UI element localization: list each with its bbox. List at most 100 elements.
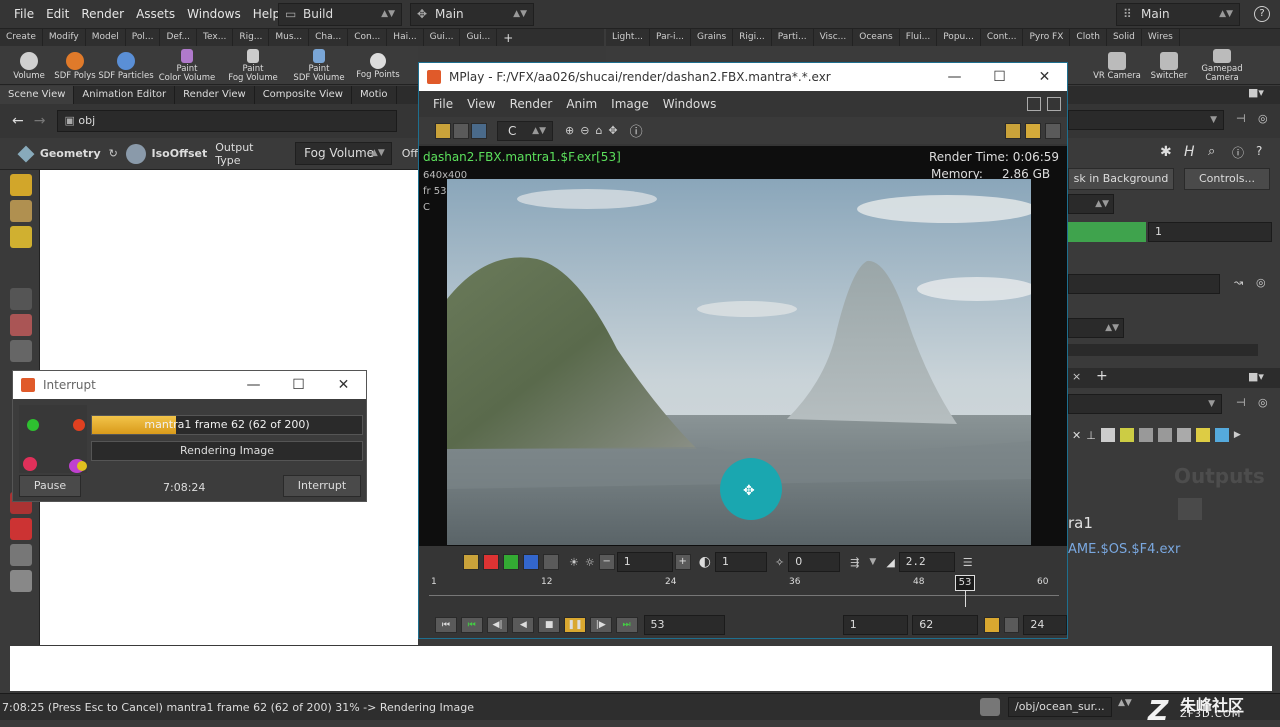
display-mode-icon[interactable] bbox=[435, 122, 451, 139]
image-icon[interactable] bbox=[1214, 428, 1229, 442]
exposure-icon[interactable]: ☼ bbox=[585, 556, 595, 569]
shelf-tab[interactable]: Gui... bbox=[424, 29, 461, 46]
search-icon[interactable]: ⌕ bbox=[1208, 144, 1215, 159]
pane-menu-icon[interactable]: ■▾ bbox=[1248, 86, 1264, 99]
help-h-icon[interactable]: H bbox=[1184, 144, 1195, 160]
current-frame-field[interactable]: 53 bbox=[643, 615, 725, 635]
shelf-tab[interactable]: Pyro FX bbox=[1023, 29, 1071, 46]
render-icon[interactable] bbox=[10, 570, 32, 592]
shelf-tab[interactable]: Model bbox=[86, 29, 126, 46]
chevron-right-icon[interactable]: ▶ bbox=[1234, 430, 1241, 440]
shelf-tab[interactable]: Tex... bbox=[197, 29, 234, 46]
shelf-tab[interactable]: Pol... bbox=[126, 29, 161, 46]
pane-menu-icon[interactable]: ■▾ bbox=[1248, 370, 1264, 383]
layout-icon[interactable] bbox=[1176, 428, 1191, 442]
close-icon[interactable]: × bbox=[1072, 370, 1081, 383]
shelf-tab[interactable]: Grains bbox=[691, 29, 734, 46]
question-icon[interactable]: ? bbox=[1256, 144, 1262, 158]
right-dropdown-2[interactable]: ▲▼ bbox=[1068, 318, 1124, 338]
checker-icon[interactable] bbox=[1005, 122, 1021, 139]
view-tool-icon[interactable] bbox=[10, 340, 32, 362]
context-dropdown[interactable]: ✥ Main ▲▼ bbox=[410, 3, 534, 26]
shelf-tab[interactable]: Popu... bbox=[937, 29, 981, 46]
mplay-menu-view[interactable]: View bbox=[460, 97, 502, 111]
paint-fog-volume-tool[interactable]: Paint Fog Volume bbox=[220, 47, 286, 83]
tab-render-view[interactable]: Render View bbox=[175, 86, 255, 104]
wrench-icon[interactable]: ✕ bbox=[1072, 429, 1081, 442]
shelf-tab[interactable]: Rigi... bbox=[733, 29, 772, 46]
lut-icon[interactable]: ☰ bbox=[963, 556, 973, 569]
mplay-menu-render[interactable]: Render bbox=[503, 97, 560, 111]
rgb-channel-icon[interactable] bbox=[463, 554, 479, 570]
menu-render[interactable]: Render bbox=[75, 0, 130, 29]
end-range-icon[interactable]: ⏭ bbox=[615, 617, 638, 633]
menu-edit[interactable]: Edit bbox=[40, 0, 75, 29]
blue-channel-icon[interactable] bbox=[523, 554, 539, 570]
value-field[interactable]: 1 bbox=[1148, 222, 1272, 242]
note-icon[interactable] bbox=[1195, 428, 1210, 442]
forward-arrow-icon[interactable]: → bbox=[34, 113, 46, 129]
right-path-field-2[interactable]: ▼ bbox=[1068, 394, 1222, 414]
offset-field[interactable]: 0 bbox=[788, 552, 841, 572]
interrupt-button[interactable]: Interrupt bbox=[283, 475, 361, 497]
right-text-field[interactable] bbox=[1068, 274, 1220, 294]
start-range-icon[interactable]: ⏮ bbox=[460, 617, 483, 633]
shelf-tab[interactable]: Par-i... bbox=[650, 29, 692, 46]
mplay-menu-windows[interactable]: Windows bbox=[656, 97, 724, 111]
gamma-icon[interactable]: ◢ bbox=[886, 556, 894, 569]
step-back-icon[interactable]: ◀| bbox=[486, 617, 509, 633]
shelf-tab[interactable]: Modify bbox=[43, 29, 86, 46]
levels-icon[interactable]: ⇶ bbox=[850, 556, 859, 569]
table-icon[interactable] bbox=[1138, 428, 1153, 442]
monitor-icon[interactable] bbox=[471, 122, 487, 139]
channel-dropdown[interactable]: C ▲▼ bbox=[497, 120, 553, 141]
grid-view-icon[interactable] bbox=[1025, 122, 1041, 139]
sdf-particles-tool[interactable]: SDF Particles bbox=[98, 50, 154, 81]
shelf-tab[interactable]: Visc... bbox=[814, 29, 854, 46]
minimize-icon[interactable]: — bbox=[231, 377, 276, 393]
shelf-tab[interactable]: Gui... bbox=[460, 29, 498, 46]
link-icon[interactable]: ◎ bbox=[1258, 396, 1268, 409]
frame-icon[interactable]: ✥ bbox=[608, 124, 617, 137]
contrast-field[interactable]: 1 bbox=[714, 552, 767, 572]
list-icon[interactable] bbox=[1100, 428, 1115, 442]
paint-color-volume-tool[interactable]: Paint Color Volume bbox=[154, 47, 220, 83]
pin-icon[interactable]: ↝ bbox=[1234, 276, 1243, 289]
render-background-button[interactable]: sk in Background bbox=[1068, 168, 1174, 190]
detach-icon[interactable] bbox=[1047, 97, 1061, 111]
frame-marker[interactable]: 53 bbox=[955, 575, 975, 591]
shelf-tab[interactable]: Parti... bbox=[772, 29, 814, 46]
fog-points-tool[interactable]: Fog Points bbox=[352, 51, 404, 80]
fps-field[interactable]: 24 bbox=[1023, 615, 1068, 635]
path-field[interactable]: ▣ obj bbox=[57, 110, 398, 132]
move-tool-icon[interactable] bbox=[10, 200, 32, 222]
sparkle-icon[interactable]: ✧ bbox=[775, 556, 784, 569]
grid-icon[interactable] bbox=[1119, 428, 1134, 442]
paint-tool-icon[interactable] bbox=[10, 226, 32, 248]
maximize-icon[interactable]: ☐ bbox=[977, 69, 1022, 85]
shelf-tab[interactable]: Con... bbox=[348, 29, 388, 46]
image-viewer[interactable]: dashan2.FBX.mantra1.$F.exr[53] 640x400 f… bbox=[419, 146, 1067, 546]
network-area[interactable]: Outputs ra1 AME.$OS.$F4.exr bbox=[1068, 450, 1280, 646]
pointer-tool-icon[interactable] bbox=[10, 288, 32, 310]
info-icon[interactable]: ⓘ bbox=[630, 121, 643, 140]
first-frame-icon[interactable]: ⏮ bbox=[435, 617, 457, 633]
tree-icon[interactable]: ⊥ bbox=[1086, 429, 1096, 442]
table-icon[interactable] bbox=[1157, 428, 1172, 442]
shelf-tab[interactable]: Cloth bbox=[1070, 29, 1107, 46]
close-icon[interactable]: ✕ bbox=[1022, 69, 1067, 85]
back-arrow-icon[interactable]: ← bbox=[12, 113, 24, 129]
add-shelf-icon[interactable]: + bbox=[497, 31, 519, 45]
brush-icon[interactable] bbox=[10, 544, 32, 566]
range-start-field[interactable]: 1 bbox=[842, 615, 909, 635]
loop-icon[interactable] bbox=[1003, 617, 1020, 633]
maximize-icon[interactable]: ☐ bbox=[276, 377, 321, 393]
link-icon[interactable]: ◎ bbox=[1256, 276, 1266, 289]
switcher-tool[interactable]: Switcher bbox=[1144, 50, 1194, 81]
mplay-menu-anim[interactable]: Anim bbox=[559, 97, 604, 111]
timeline[interactable]: 1 12 24 36 48 60 53 bbox=[419, 575, 1067, 607]
mplay-menu-file[interactable]: File bbox=[419, 97, 460, 111]
help-icon[interactable]: ? bbox=[1254, 6, 1270, 22]
realtime-icon[interactable] bbox=[983, 617, 1000, 633]
zoom-out-icon[interactable]: ⊖ bbox=[580, 124, 589, 137]
